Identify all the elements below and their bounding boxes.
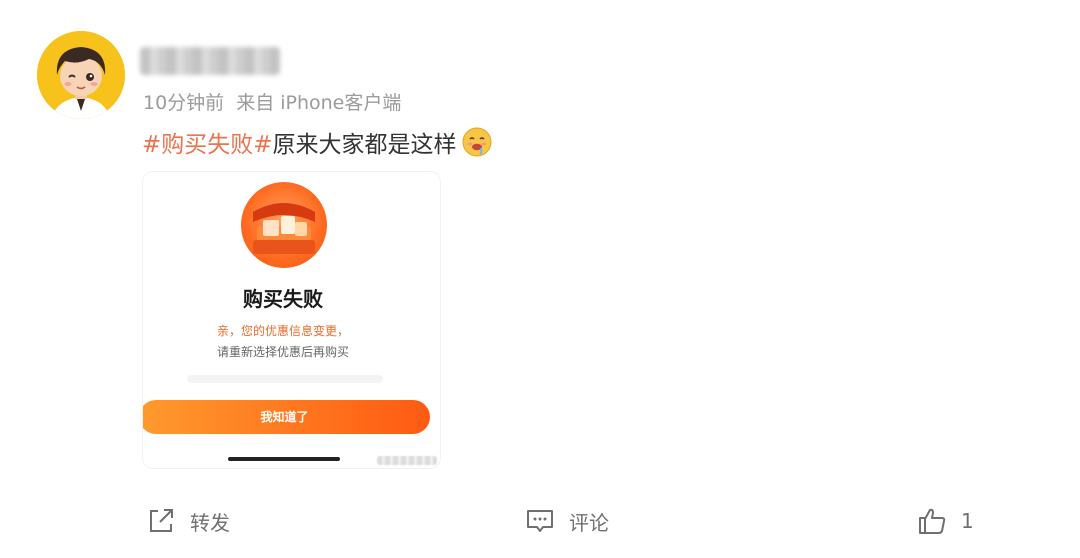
post-image[interactable]: 购买失败 亲，您的优惠信息变更， 请重新选择优惠后再购买 我知道了 (143, 172, 440, 468)
post-source: 来自 iPhone客户端 (236, 92, 402, 114)
post-meta: 10分钟前 来自 iPhone客户端 (143, 88, 401, 115)
drooling-face-icon (461, 126, 493, 158)
comment-icon (525, 506, 555, 536)
got-it-button[interactable]: 我知道了 (143, 400, 430, 434)
post-text: #购买失败# 原来大家都是这样 (142, 125, 493, 159)
card-message-line1: 亲，您的优惠信息变更， (216, 324, 349, 338)
thumbs-up-icon (917, 506, 947, 536)
image-watermark (377, 456, 437, 465)
home-indicator (228, 457, 340, 461)
repost-label: 转发 (190, 510, 230, 535)
comment-label: 评论 (569, 510, 609, 535)
username-blurred[interactable] (140, 47, 280, 75)
card-title: 购买失败 (243, 287, 323, 311)
like-button[interactable]: 1 (917, 505, 974, 537)
card-message-line2: 请重新选择优惠后再购买 (216, 345, 349, 359)
cartoon-boy-avatar-icon (37, 31, 125, 119)
topic-link[interactable]: #购买失败# (142, 125, 273, 159)
share-icon (146, 506, 176, 536)
avatar[interactable] (37, 31, 125, 119)
post-time: 10分钟前 (143, 92, 225, 114)
gift-box-icon (241, 182, 327, 268)
like-count: 1 (961, 509, 974, 533)
comment-button[interactable]: 评论 (525, 505, 609, 537)
card-faded-text (187, 375, 383, 383)
repost-button[interactable]: 转发 (146, 505, 230, 537)
post-body: 原来大家都是这样 (272, 132, 457, 158)
